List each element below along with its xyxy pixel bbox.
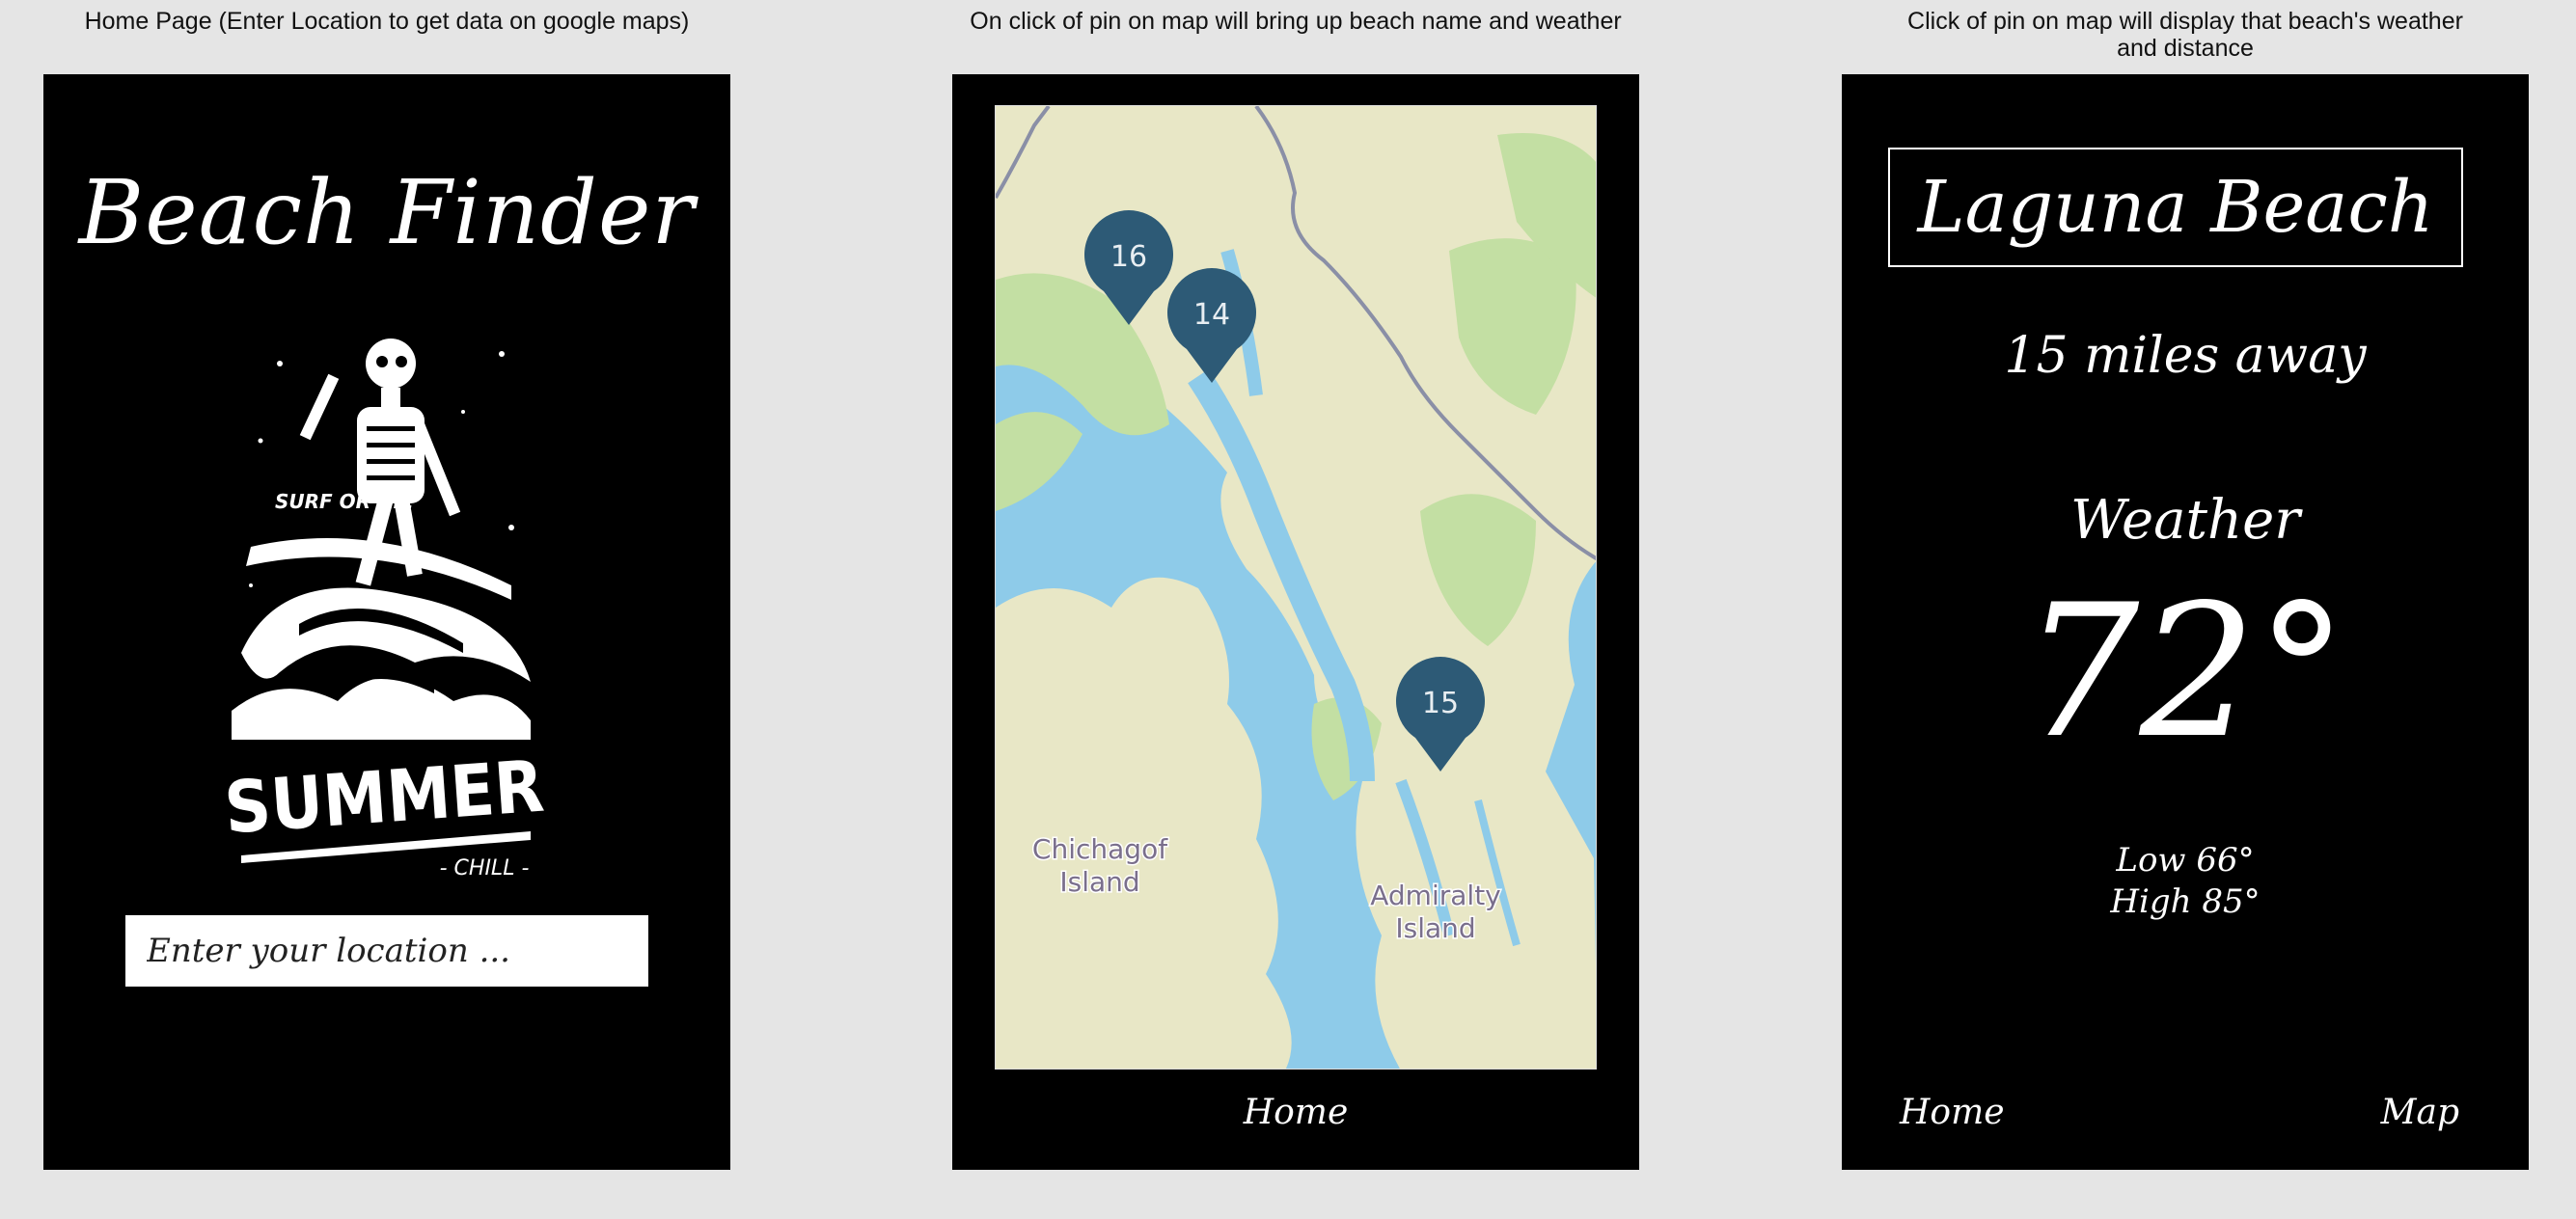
place-label-admiralty: Admiralty xyxy=(1370,880,1501,911)
nav-home-link[interactable]: Home xyxy=(1900,1093,2005,1132)
art-label-sub: - CHILL - xyxy=(440,856,530,880)
weather-label: Weather xyxy=(2070,489,2300,552)
caption-map: On click of pin on map will bring up bea… xyxy=(970,8,1622,35)
pin-label: 15 xyxy=(1422,687,1459,720)
nav-home-link[interactable]: Home xyxy=(952,1093,1639,1132)
location-input[interactable] xyxy=(125,915,648,987)
high-temperature: High 85° xyxy=(2110,882,2261,921)
pin-label: 16 xyxy=(1110,240,1147,274)
caption-detail: Click of pin on map will display that be… xyxy=(1907,8,2463,62)
place-label-chichagof-2: Island xyxy=(1059,866,1139,898)
place-label-admiralty-2: Island xyxy=(1395,912,1475,944)
beach-detail-screen: Laguna Beach 15 miles away Weather 72° L… xyxy=(1842,74,2529,1170)
art-label-top: SURF OR DIE xyxy=(275,490,414,513)
summer-skeleton-surfer-illustration: SURF OR DIE SUMMER - CHILL - xyxy=(222,335,550,894)
low-temperature: Low 66° xyxy=(2116,841,2255,880)
caption-home: Home Page (Enter Location to get data on… xyxy=(84,8,690,35)
place-label-chichagof: Chichagof xyxy=(1032,833,1168,865)
beach-name: Laguna Beach xyxy=(1917,166,2434,249)
app-title: Beach Finder xyxy=(78,161,696,264)
home-screen: Beach Finder SURF OR DIE SUMMER - CHILL … xyxy=(43,74,730,1170)
pin-label: 14 xyxy=(1193,298,1230,332)
distance-text: 15 miles away xyxy=(2004,327,2367,385)
beach-name-box: Laguna Beach xyxy=(1888,148,2463,267)
nav-map-link[interactable]: Map xyxy=(2381,1093,2459,1132)
map-screen: Chichagof Island Admiralty Island 16 14 … xyxy=(952,74,1639,1170)
map-view[interactable]: Chichagof Island Admiralty Island 16 14 … xyxy=(995,105,1597,1070)
temperature-value: 72° xyxy=(2022,565,2348,778)
